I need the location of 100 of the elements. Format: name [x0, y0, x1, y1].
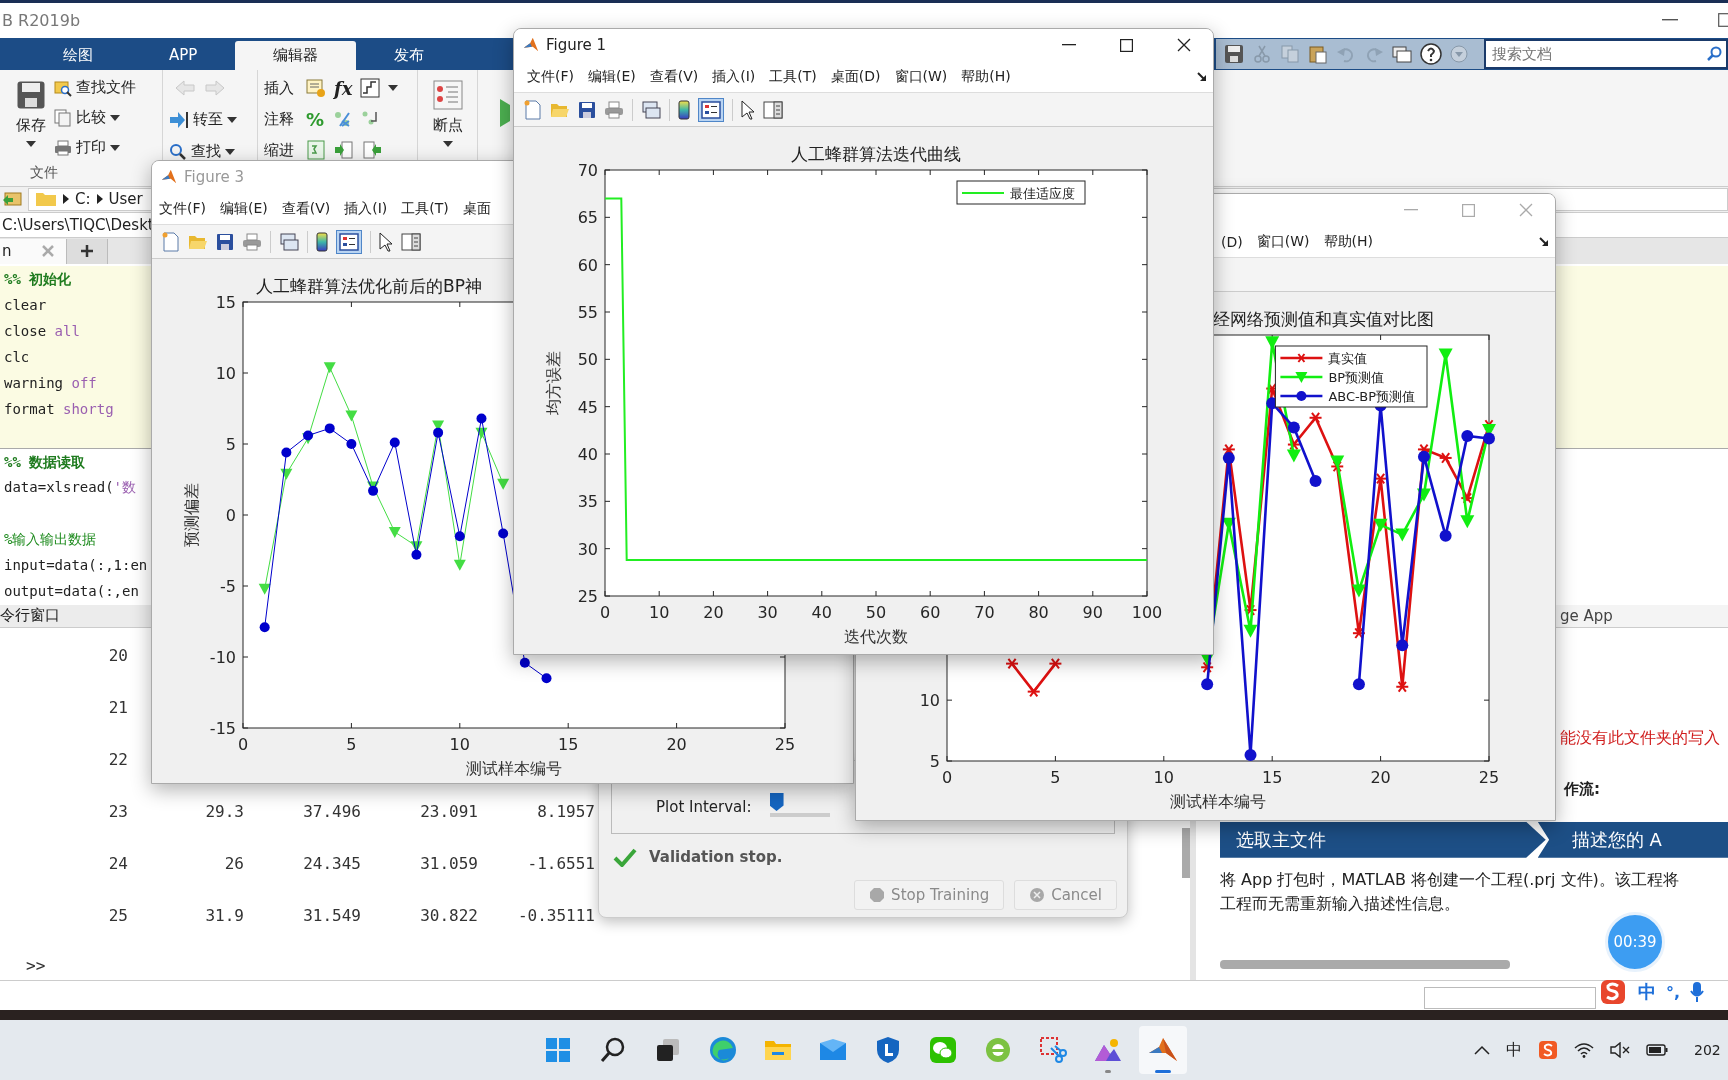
- tick-label: 80: [1028, 603, 1049, 622]
- tick-label: -5: [220, 577, 236, 596]
- tick-label: 10: [919, 691, 940, 711]
- output-value: 30.822: [419, 906, 478, 926]
- tick-label: 20: [666, 735, 687, 754]
- tick-label: -15: [209, 719, 236, 738]
- code-line: close all: [4, 322, 80, 339]
- output-value: 31.9: [204, 906, 244, 926]
- output-value: 23: [107, 802, 128, 822]
- tick-label: 70: [577, 161, 598, 180]
- plot-interval-label: Plot Interval:: [656, 798, 752, 816]
- tick-label: 20: [1370, 768, 1391, 787]
- tick-label: 90: [1082, 603, 1103, 622]
- tick-label: 55: [577, 303, 598, 322]
- output-value: 24.345: [302, 854, 361, 874]
- tick-label: -10: [209, 648, 236, 667]
- code-line: %% 初始化: [4, 270, 72, 287]
- code-line: warning off: [4, 374, 97, 391]
- tick-label: 10: [215, 364, 236, 383]
- status-message: Validation stop.: [649, 848, 783, 866]
- axis-label: 迭代次数: [844, 627, 908, 646]
- window-title: Figure 1: [546, 36, 607, 54]
- output-value: 22: [107, 750, 128, 770]
- tick-label: 70: [974, 603, 995, 622]
- tick-label: 40: [811, 603, 832, 622]
- tick-label: 15: [1262, 768, 1283, 787]
- tick-label: 5: [929, 752, 940, 771]
- tick-label: 0: [599, 603, 611, 622]
- axis-label: 测试样本编号: [466, 759, 562, 778]
- axis-label: 均方误差: [544, 351, 563, 415]
- panel-title: ge App: [1560, 606, 1613, 625]
- code-line: %% 数据读取: [4, 453, 86, 470]
- group-label: 文件: [30, 163, 58, 182]
- output-value: 24: [107, 854, 128, 874]
- tick-label: 65: [577, 208, 598, 228]
- description-text: 工程而无需重新输入描述性信息。: [1220, 892, 1461, 915]
- tick-label: 5: [346, 735, 357, 754]
- legend-label: BP预测值: [1328, 370, 1385, 385]
- panel-title: 令行窗口: [0, 606, 60, 626]
- section-heading: 作流:: [1564, 779, 1600, 798]
- tick-label: 5: [1050, 768, 1061, 787]
- code-line: output=data(:,en: [4, 582, 139, 599]
- code-line: %输入输出数据: [4, 530, 97, 547]
- axis-label: 测试样本编号: [1170, 792, 1266, 811]
- legend-label: 真实值: [1328, 351, 1368, 366]
- current-folder-path: C:\Users\TIQC\Deskt: [2, 215, 154, 234]
- tick-label: 5: [225, 435, 236, 454]
- output-value: -1.6551: [526, 854, 595, 874]
- indent-label: 缩进: [264, 140, 295, 160]
- tick-label: 10: [1153, 768, 1174, 787]
- output-value: 29.3: [204, 802, 244, 822]
- tick-label: 10: [649, 603, 670, 622]
- output-value: 8.1957: [536, 802, 595, 822]
- output-value: 21: [107, 698, 128, 718]
- tick-label: 50: [865, 603, 887, 622]
- code-line: clear: [4, 296, 47, 313]
- tick-label: 25: [577, 587, 598, 606]
- output-value: 25: [107, 906, 128, 926]
- tick-label: 20: [703, 603, 724, 622]
- tick-label: 0: [237, 735, 249, 754]
- tick-label: 30: [757, 603, 778, 622]
- code-line: format shortg: [4, 400, 114, 417]
- output-value: 37.496: [302, 802, 361, 822]
- tick-label: 100: [1131, 603, 1163, 622]
- tick-label: 35: [577, 492, 598, 512]
- comment-label: 注释: [264, 109, 295, 129]
- code-line: input=data(:,1:en: [4, 556, 148, 573]
- tick-label: 40: [577, 445, 598, 464]
- insert-label: 插入: [264, 78, 295, 98]
- tick-label: 45: [577, 397, 598, 417]
- axis-label: 预测偏差: [182, 483, 201, 547]
- chart-title: 经网络预测值和真实值对比图: [1213, 309, 1434, 329]
- tick-label: 15: [558, 735, 579, 754]
- window-title: Figure 3: [184, 168, 245, 186]
- tick-label: 25: [1478, 768, 1500, 787]
- legend-label: ABC-BP预测值: [1328, 389, 1416, 404]
- legend-label: 最佳适应度: [1010, 186, 1075, 201]
- code-line: data=xlsread('数: [4, 478, 136, 495]
- output-value: 20: [107, 646, 128, 666]
- tick-label: 25: [774, 735, 796, 754]
- tick-label: 50: [577, 350, 598, 370]
- tick-label: 60: [920, 603, 941, 622]
- tick-label: 60: [577, 255, 598, 275]
- tick-label: 15: [215, 293, 236, 312]
- chart-title: 人工蜂群算法优化前后的BP神: [256, 276, 482, 296]
- output-value: -0.35111: [516, 906, 595, 926]
- output-value: 31.549: [302, 906, 361, 926]
- tick-label: 30: [577, 539, 598, 559]
- output-value: 23.091: [419, 802, 478, 822]
- window-title: B R2019b: [1, 10, 81, 30]
- warning-message: 能没有此文件夹的写入: [1560, 727, 1720, 747]
- tick-label: 10: [449, 735, 470, 754]
- tick-label: 0: [225, 506, 236, 525]
- output-value: 31.059: [419, 854, 478, 874]
- command-prompt: >>: [26, 955, 46, 975]
- tick-label: 0: [941, 768, 953, 787]
- chart-title: 人工蜂群算法迭代曲线: [791, 144, 961, 164]
- description-text: 将 App 打包时，MATLAB 将创建一个工程(.prj 文件)。该工程将: [1220, 868, 1680, 891]
- output-value: 26: [223, 854, 244, 874]
- code-line: clc: [4, 348, 30, 365]
